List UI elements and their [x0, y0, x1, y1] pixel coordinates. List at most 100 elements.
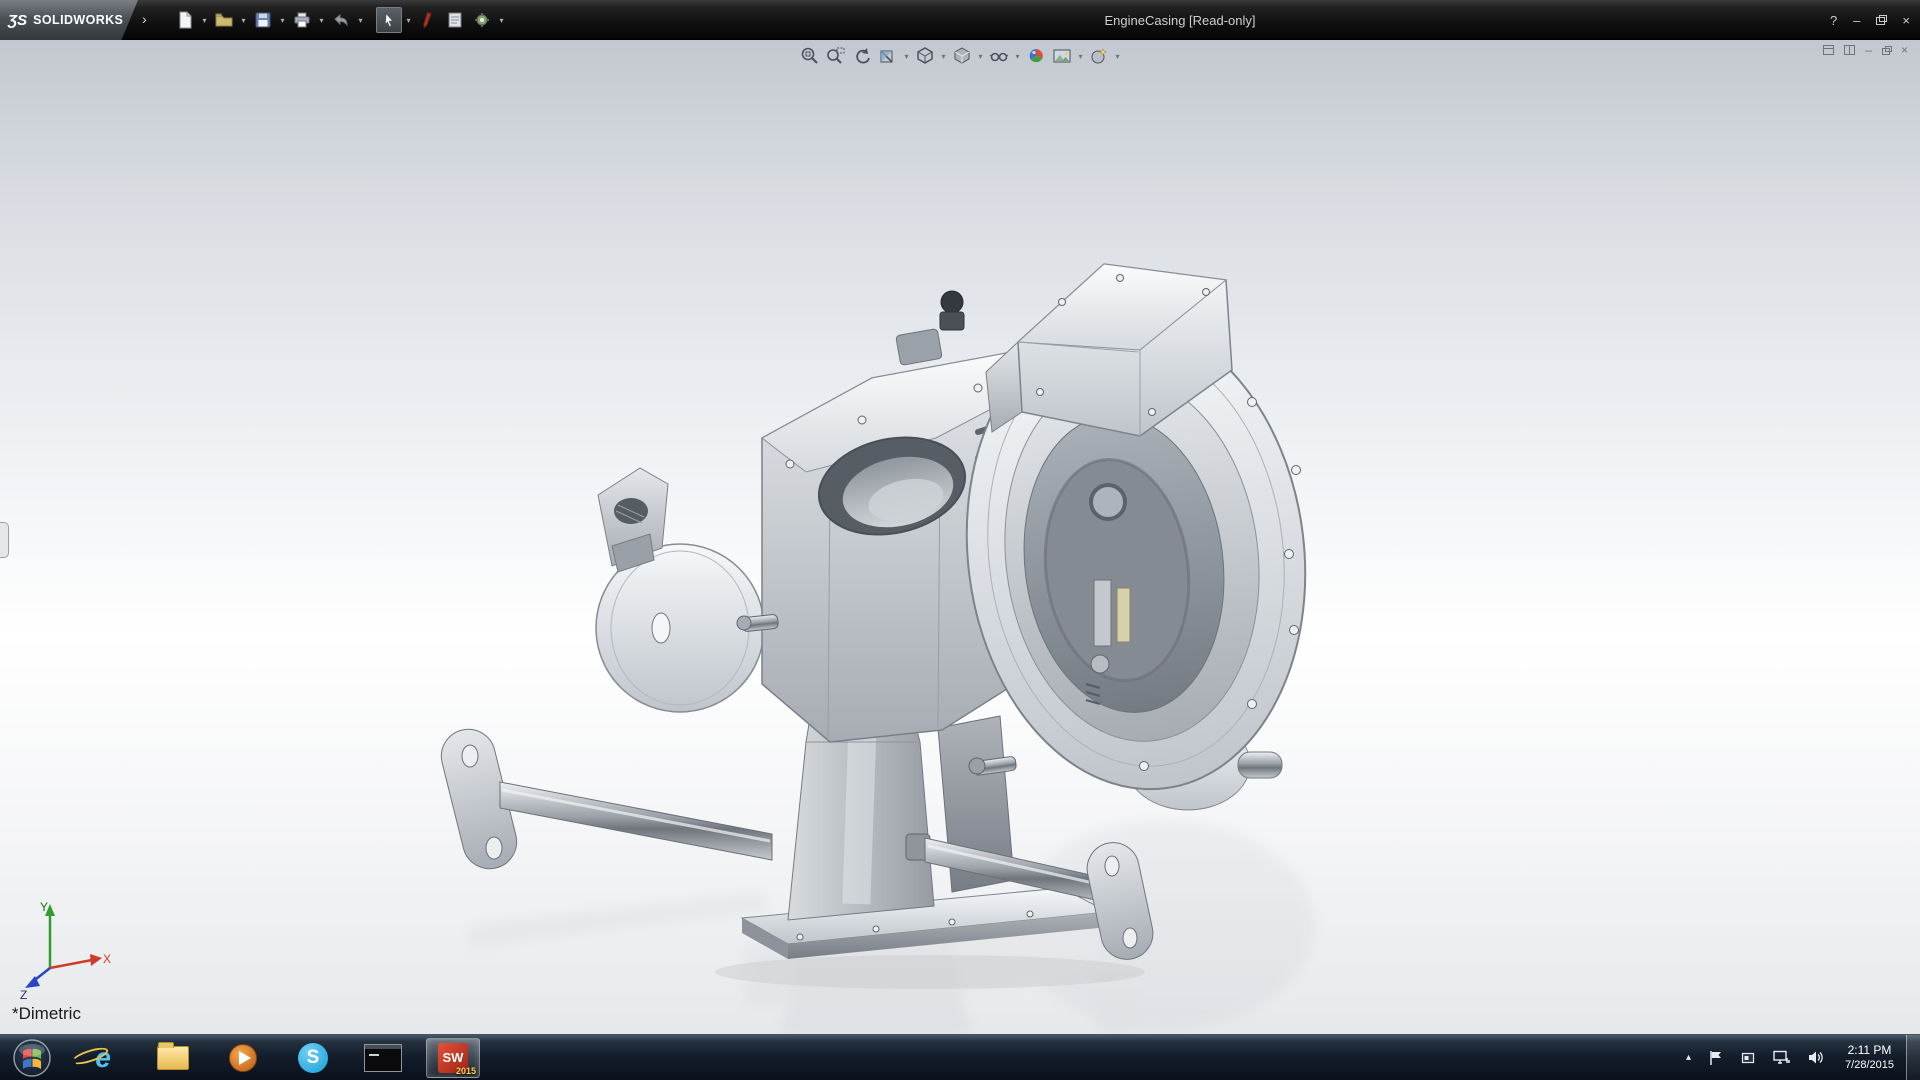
- doc-tile-horizontal-button[interactable]: [1823, 45, 1834, 55]
- solidworks-year-badge: 2015: [456, 1066, 476, 1076]
- hide-show-caret[interactable]: ▾: [1013, 52, 1022, 61]
- skype-button[interactable]: S: [286, 1038, 340, 1078]
- show-desktop-button[interactable]: [1906, 1035, 1920, 1080]
- undo-dropdown-caret[interactable]: ▾: [355, 16, 366, 25]
- zoom-fit-icon: [800, 46, 820, 66]
- save-icon: [254, 11, 272, 29]
- window-controls: ? – ×: [1830, 0, 1910, 40]
- task-pane-tab[interactable]: [0, 522, 9, 558]
- section-view-caret[interactable]: ▾: [902, 52, 911, 61]
- select-button[interactable]: [376, 7, 402, 33]
- skype-icon: S: [298, 1043, 328, 1073]
- x-axis-label: X: [103, 952, 111, 966]
- close-button[interactable]: ×: [1902, 14, 1910, 27]
- start-button[interactable]: [10, 1036, 54, 1080]
- app-indicator-icon: [1741, 1051, 1755, 1065]
- undo-icon: [332, 11, 350, 29]
- solidworks-logo[interactable]: ƷS SOLIDWORKS: [0, 0, 138, 40]
- document-title: EngineCasing [Read-only]: [1104, 0, 1255, 40]
- new-document-button[interactable]: [172, 7, 198, 33]
- section-view-icon: [878, 46, 898, 66]
- view-settings-icon: [1089, 46, 1109, 66]
- view-orientation-caret[interactable]: ▾: [939, 52, 948, 61]
- section-view-button[interactable]: [876, 44, 900, 68]
- internet-explorer-icon: e: [95, 1044, 111, 1072]
- solidworks-window: ƷS SOLIDWORKS › ▾ ▾ ▾ ▾ ▾: [0, 0, 1920, 1080]
- sketch-pencil-icon: [419, 11, 437, 29]
- command-prompt-button[interactable]: [356, 1038, 410, 1078]
- left-mount-rod: [436, 724, 772, 875]
- folder-icon: [157, 1046, 189, 1070]
- edit-appearance-icon: [1026, 46, 1046, 66]
- network-icon: [1773, 1050, 1790, 1065]
- internet-explorer-button[interactable]: e: [76, 1038, 130, 1078]
- solidworks-taskbar-button[interactable]: SW 2015: [426, 1038, 480, 1078]
- hide-show-items-button[interactable]: [987, 44, 1011, 68]
- orientation-label: *Dimetric: [12, 1004, 81, 1024]
- display-style-caret[interactable]: ▾: [976, 52, 985, 61]
- media-player-icon: [228, 1043, 258, 1073]
- clock-date: 7/28/2015: [1845, 1058, 1894, 1072]
- clock[interactable]: 2:11 PM 7/28/2015: [1833, 1035, 1906, 1080]
- sketch-button[interactable]: [415, 7, 441, 33]
- minimize-button[interactable]: –: [1853, 14, 1860, 27]
- previous-view-button[interactable]: [850, 44, 874, 68]
- apply-scene-caret[interactable]: ▾: [1076, 52, 1085, 61]
- save-button[interactable]: [250, 7, 276, 33]
- view-settings-button[interactable]: [1087, 44, 1111, 68]
- orientation-triad: Y X Z: [16, 898, 112, 1004]
- help-button[interactable]: ?: [1830, 14, 1837, 27]
- view-orientation-icon: [915, 46, 935, 66]
- menu-expand-arrow[interactable]: ›: [142, 11, 147, 27]
- select-dropdown-caret[interactable]: ▾: [403, 16, 414, 25]
- tile-vertical-icon: [1844, 45, 1855, 55]
- document-window-controls: – ×: [1823, 43, 1908, 57]
- action-center-flag-icon: [1709, 1050, 1723, 1066]
- restore-button[interactable]: [1876, 15, 1886, 25]
- volume-button[interactable]: [1799, 1035, 1833, 1080]
- doc-minimize-button[interactable]: –: [1865, 43, 1872, 57]
- print-button[interactable]: [289, 7, 315, 33]
- doc-close-button[interactable]: ×: [1901, 43, 1908, 57]
- view-settings-caret[interactable]: ▾: [1113, 52, 1122, 61]
- pinned-apps: e S SW 2015: [76, 1038, 480, 1078]
- apply-scene-button[interactable]: [1050, 44, 1074, 68]
- doc-restore-button[interactable]: [1882, 46, 1891, 55]
- y-axis-label: Y: [40, 900, 48, 914]
- action-center-button[interactable]: [1700, 1035, 1732, 1080]
- windows-explorer-button[interactable]: [146, 1038, 200, 1078]
- doc-restore-icon: [1882, 46, 1891, 55]
- print-dropdown-caret[interactable]: ▾: [316, 16, 327, 25]
- options-dropdown-caret[interactable]: ▾: [496, 16, 507, 25]
- show-hidden-icons-button[interactable]: ▴: [1677, 1035, 1700, 1080]
- zoom-area-button[interactable]: [824, 44, 848, 68]
- file-properties-icon: [446, 11, 464, 29]
- app-indicator-button[interactable]: [1732, 1035, 1764, 1080]
- zoom-area-icon: [826, 46, 846, 66]
- standard-toolbar: ▾ ▾ ▾ ▾ ▾ ▾: [172, 6, 507, 34]
- undo-button[interactable]: [328, 7, 354, 33]
- open-dropdown-caret[interactable]: ▾: [238, 16, 249, 25]
- options-button[interactable]: [469, 7, 495, 33]
- edit-appearance-button[interactable]: [1024, 44, 1048, 68]
- hide-show-glasses-icon: [989, 46, 1009, 66]
- view-orientation-button[interactable]: [913, 44, 937, 68]
- title-bar: ƷS SOLIDWORKS › ▾ ▾ ▾ ▾ ▾: [0, 0, 1920, 40]
- display-style-button[interactable]: [950, 44, 974, 68]
- doc-tile-vertical-button[interactable]: [1844, 45, 1855, 55]
- open-button[interactable]: [211, 7, 237, 33]
- windows-start-icon: [12, 1038, 52, 1078]
- previous-view-icon: [852, 46, 872, 66]
- speaker-icon: [1808, 1050, 1824, 1065]
- print-icon: [293, 11, 311, 29]
- file-properties-button[interactable]: [442, 7, 468, 33]
- save-dropdown-caret[interactable]: ▾: [277, 16, 288, 25]
- z-axis-label: Z: [20, 988, 27, 1002]
- media-player-button[interactable]: [216, 1038, 270, 1078]
- heads-up-toolbar: ▾ ▾ ▾ ▾ ▾ ▾: [798, 44, 1122, 68]
- graphics-viewport[interactable]: ▾ ▾ ▾ ▾ ▾ ▾: [0, 40, 1920, 1034]
- new-dropdown-caret[interactable]: ▾: [199, 16, 210, 25]
- network-button[interactable]: [1764, 1035, 1799, 1080]
- zoom-fit-button[interactable]: [798, 44, 822, 68]
- tile-horizontal-icon: [1823, 45, 1834, 55]
